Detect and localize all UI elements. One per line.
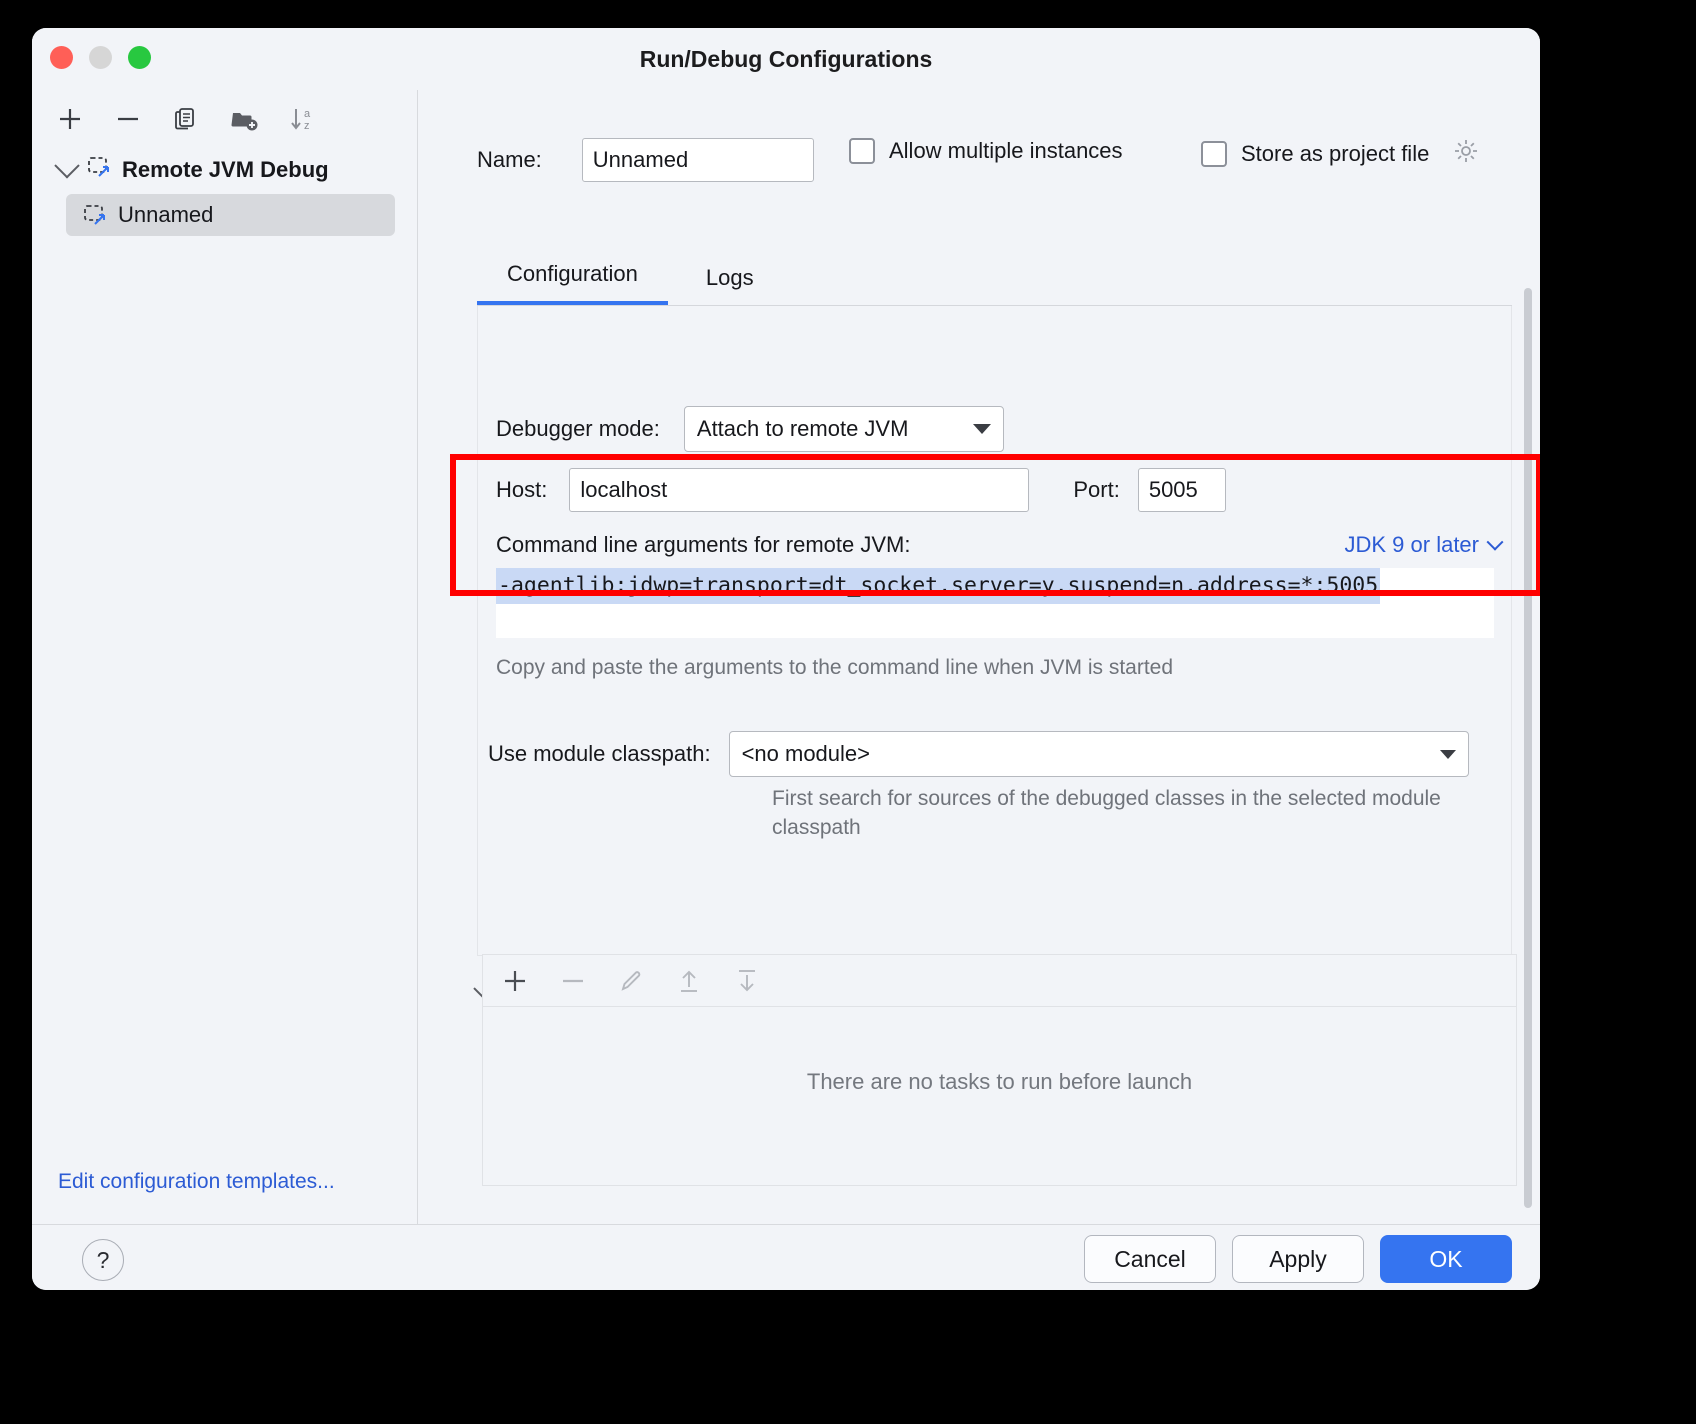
- tree-item-label: Unnamed: [118, 202, 213, 228]
- host-port-row: Host: Port:: [496, 468, 1226, 512]
- module-classpath-label: Use module classpath:: [488, 741, 711, 767]
- allow-multiple-instances-checkbox[interactable]: Allow multiple instances: [849, 138, 1123, 164]
- module-classpath-row: Use module classpath: <no module>: [488, 731, 1469, 777]
- edit-configuration-templates-link[interactable]: Edit configuration templates...: [58, 1170, 335, 1194]
- checkbox-box[interactable]: [849, 138, 875, 164]
- store-as-project-file-label: Store as project file: [1241, 141, 1429, 167]
- window-title: Run/Debug Configurations: [32, 28, 1540, 90]
- before-launch-empty-message: There are no tasks to run before launch: [483, 1069, 1516, 1095]
- caret-down-icon[interactable]: [1440, 750, 1456, 759]
- chevron-down-icon[interactable]: [54, 153, 79, 178]
- port-label: Port:: [1073, 477, 1119, 503]
- configurations-sidebar: a z Remote JVM Debug: [32, 90, 418, 1224]
- edit-task-button[interactable]: [613, 963, 649, 999]
- debugger-mode-dropdown[interactable]: Attach to remote JVM: [684, 406, 1004, 452]
- jdk-version-select[interactable]: JDK 9 or later: [1345, 532, 1502, 558]
- tree-group-remote-jvm-debug[interactable]: Remote JVM Debug: [32, 148, 417, 192]
- command-line-arguments-value: -agentlib:jdwp=transport=dt_socket,serve…: [496, 568, 1380, 604]
- configurations-tree: Remote JVM Debug Unnamed: [32, 148, 417, 236]
- sort-az-button[interactable]: a z: [284, 101, 320, 137]
- tab-configuration[interactable]: Configuration: [477, 261, 668, 305]
- move-task-down-button[interactable]: [729, 963, 765, 999]
- checkbox-box[interactable]: [1201, 141, 1227, 167]
- gear-icon[interactable]: [1453, 138, 1479, 169]
- host-input[interactable]: [569, 468, 1029, 512]
- tree-item-unnamed[interactable]: Unnamed: [66, 194, 395, 236]
- run-debug-configurations-dialog: Run/Debug Configurations: [32, 28, 1540, 1290]
- command-line-arguments-label: Command line arguments for remote JVM:: [496, 532, 911, 558]
- remote-config-icon: [86, 154, 112, 186]
- host-label: Host:: [496, 477, 547, 503]
- title-bar: Run/Debug Configurations: [32, 28, 1540, 90]
- name-label: Name:: [477, 147, 542, 173]
- copy-configuration-button[interactable]: [168, 101, 204, 137]
- tree-group-label: Remote JVM Debug: [122, 157, 329, 183]
- add-task-button[interactable]: [497, 963, 533, 999]
- command-line-arguments-field[interactable]: -agentlib:jdwp=transport=dt_socket,serve…: [496, 568, 1494, 638]
- name-input[interactable]: [582, 138, 814, 182]
- module-classpath-value: <no module>: [742, 741, 870, 767]
- cancel-button[interactable]: Cancel: [1084, 1235, 1216, 1283]
- remote-config-icon: [82, 202, 108, 228]
- svg-text:a: a: [304, 108, 311, 120]
- tab-logs[interactable]: Logs: [676, 265, 784, 305]
- configuration-tab-content: Debugger mode: Attach to remote JVM Host…: [477, 306, 1512, 956]
- debugger-mode-row: Debugger mode: Attach to remote JVM: [496, 406, 1004, 452]
- help-button[interactable]: ?: [82, 1239, 124, 1281]
- allow-multiple-instances-label: Allow multiple instances: [889, 138, 1123, 164]
- debugger-mode-label: Debugger mode:: [496, 416, 660, 442]
- store-as-project-file-checkbox[interactable]: Store as project file: [1201, 138, 1479, 169]
- chevron-down-icon[interactable]: [1487, 534, 1504, 551]
- remove-task-button[interactable]: [555, 963, 591, 999]
- caret-down-icon[interactable]: [973, 424, 991, 434]
- sidebar-toolbar: a z: [32, 90, 417, 148]
- jdk-version-value: JDK 9 or later: [1345, 532, 1480, 558]
- svg-text:z: z: [304, 120, 310, 132]
- module-classpath-hint: First search for sources of the debugged…: [772, 784, 1462, 842]
- before-launch-task-list: There are no tasks to run before launch: [482, 1006, 1517, 1186]
- module-classpath-dropdown[interactable]: <no module>: [729, 731, 1469, 777]
- apply-button[interactable]: Apply: [1232, 1235, 1364, 1283]
- before-launch-toolbar: [482, 954, 1517, 1006]
- vertical-scrollbar[interactable]: [1524, 288, 1532, 1208]
- new-folder-button[interactable]: [226, 101, 262, 137]
- footer-button-group: Cancel Apply OK: [1084, 1235, 1512, 1283]
- debugger-mode-value: Attach to remote JVM: [697, 416, 909, 442]
- remove-configuration-button[interactable]: [110, 101, 146, 137]
- move-task-up-button[interactable]: [671, 963, 707, 999]
- dialog-footer: ? Cancel Apply OK: [32, 1224, 1540, 1290]
- name-row: Name:: [477, 138, 814, 182]
- ok-button[interactable]: OK: [1380, 1235, 1512, 1283]
- add-configuration-button[interactable]: [52, 101, 88, 137]
- command-line-arguments-hint: Copy and paste the arguments to the comm…: [496, 656, 1173, 680]
- port-input[interactable]: [1138, 468, 1226, 512]
- editor-tabs: Configuration Logs: [477, 250, 1512, 306]
